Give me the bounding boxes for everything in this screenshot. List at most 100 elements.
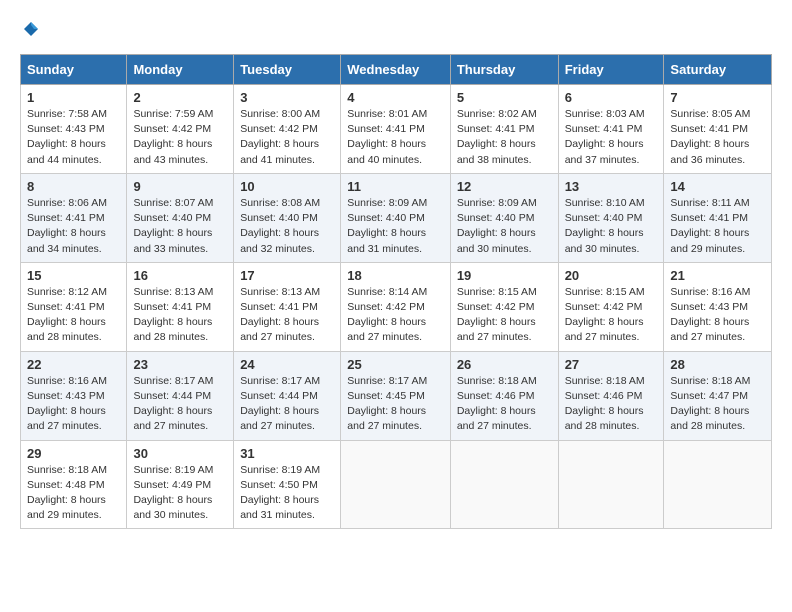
- calendar: SundayMondayTuesdayWednesdayThursdayFrid…: [20, 54, 772, 529]
- day-cell: 4 Sunrise: 8:01 AM Sunset: 4:41 PM Daylig…: [341, 85, 451, 174]
- day-cell: 5 Sunrise: 8:02 AM Sunset: 4:41 PM Daylig…: [450, 85, 558, 174]
- weekday-header-tuesday: Tuesday: [234, 55, 341, 85]
- week-row-1: 1 Sunrise: 7:58 AM Sunset: 4:43 PM Daylig…: [21, 85, 772, 174]
- day-info: Sunrise: 8:16 AM Sunset: 4:43 PM Dayligh…: [670, 285, 765, 346]
- weekday-header-wednesday: Wednesday: [341, 55, 451, 85]
- day-info: Sunrise: 8:09 AM Sunset: 4:40 PM Dayligh…: [457, 196, 552, 257]
- day-info: Sunrise: 8:06 AM Sunset: 4:41 PM Dayligh…: [27, 196, 120, 257]
- logo-icon: [22, 20, 40, 38]
- day-info: Sunrise: 8:19 AM Sunset: 4:49 PM Dayligh…: [133, 463, 227, 524]
- day-number: 9: [133, 179, 227, 194]
- day-number: 25: [347, 357, 444, 372]
- day-cell: 14 Sunrise: 8:11 AM Sunset: 4:41 PM Dayli…: [664, 173, 772, 262]
- day-number: 22: [27, 357, 120, 372]
- day-info: Sunrise: 8:17 AM Sunset: 4:44 PM Dayligh…: [240, 374, 334, 435]
- day-cell: 15Sunrise: 8:12 AM Sunset: 4:41 PM Dayli…: [21, 262, 127, 351]
- day-info: Sunrise: 8:03 AM Sunset: 4:41 PM Dayligh…: [565, 107, 658, 168]
- day-number: 5: [457, 90, 552, 105]
- day-info: Sunrise: 8:09 AM Sunset: 4:40 PM Dayligh…: [347, 196, 444, 257]
- day-number: 2: [133, 90, 227, 105]
- day-cell: 28 Sunrise: 8:18 AM Sunset: 4:47 PM Dayli…: [664, 351, 772, 440]
- day-info: Sunrise: 8:15 AM Sunset: 4:42 PM Dayligh…: [457, 285, 552, 346]
- day-number: 17: [240, 268, 334, 283]
- day-cell: 31Sunrise: 8:19 AM Sunset: 4:50 PM Dayli…: [234, 440, 341, 529]
- day-cell: 3Sunrise: 8:00 AM Sunset: 4:42 PM Daylig…: [234, 85, 341, 174]
- day-cell: [558, 440, 664, 529]
- day-cell: 2 Sunrise: 7:59 AM Sunset: 4:42 PM Daylig…: [127, 85, 234, 174]
- day-cell: 6 Sunrise: 8:03 AM Sunset: 4:41 PM Daylig…: [558, 85, 664, 174]
- day-cell: 12Sunrise: 8:09 AM Sunset: 4:40 PM Dayli…: [450, 173, 558, 262]
- day-number: 7: [670, 90, 765, 105]
- weekday-header-saturday: Saturday: [664, 55, 772, 85]
- day-number: 28: [670, 357, 765, 372]
- day-cell: 18 Sunrise: 8:14 AM Sunset: 4:42 PM Dayli…: [341, 262, 451, 351]
- day-info: Sunrise: 8:07 AM Sunset: 4:40 PM Dayligh…: [133, 196, 227, 257]
- day-number: 10: [240, 179, 334, 194]
- weekday-header-friday: Friday: [558, 55, 664, 85]
- day-cell: 24 Sunrise: 8:17 AM Sunset: 4:44 PM Dayli…: [234, 351, 341, 440]
- day-number: 24: [240, 357, 334, 372]
- day-number: 1: [27, 90, 120, 105]
- day-info: Sunrise: 8:18 AM Sunset: 4:46 PM Dayligh…: [565, 374, 658, 435]
- day-info: Sunrise: 8:10 AM Sunset: 4:40 PM Dayligh…: [565, 196, 658, 257]
- day-info: Sunrise: 8:01 AM Sunset: 4:41 PM Dayligh…: [347, 107, 444, 168]
- day-info: Sunrise: 8:17 AM Sunset: 4:45 PM Dayligh…: [347, 374, 444, 435]
- day-cell: 16Sunrise: 8:13 AM Sunset: 4:41 PM Dayli…: [127, 262, 234, 351]
- day-cell: 25 Sunrise: 8:17 AM Sunset: 4:45 PM Dayli…: [341, 351, 451, 440]
- day-cell: 1 Sunrise: 7:58 AM Sunset: 4:43 PM Daylig…: [21, 85, 127, 174]
- day-number: 23: [133, 357, 227, 372]
- day-info: Sunrise: 7:59 AM Sunset: 4:42 PM Dayligh…: [133, 107, 227, 168]
- day-number: 21: [670, 268, 765, 283]
- day-cell: 27Sunrise: 8:18 AM Sunset: 4:46 PM Dayli…: [558, 351, 664, 440]
- day-cell: 19 Sunrise: 8:15 AM Sunset: 4:42 PM Dayli…: [450, 262, 558, 351]
- weekday-header-monday: Monday: [127, 55, 234, 85]
- day-info: Sunrise: 8:05 AM Sunset: 4:41 PM Dayligh…: [670, 107, 765, 168]
- day-cell: 11 Sunrise: 8:09 AM Sunset: 4:40 PM Dayli…: [341, 173, 451, 262]
- day-info: Sunrise: 8:18 AM Sunset: 4:46 PM Dayligh…: [457, 374, 552, 435]
- logo: [20, 20, 42, 38]
- day-info: Sunrise: 8:11 AM Sunset: 4:41 PM Dayligh…: [670, 196, 765, 257]
- day-cell: 8 Sunrise: 8:06 AM Sunset: 4:41 PM Daylig…: [21, 173, 127, 262]
- day-cell: 20 Sunrise: 8:15 AM Sunset: 4:42 PM Dayli…: [558, 262, 664, 351]
- day-number: 14: [670, 179, 765, 194]
- day-cell: 22 Sunrise: 8:16 AM Sunset: 4:43 PM Dayli…: [21, 351, 127, 440]
- day-info: Sunrise: 8:18 AM Sunset: 4:47 PM Dayligh…: [670, 374, 765, 435]
- day-cell: 9 Sunrise: 8:07 AM Sunset: 4:40 PM Daylig…: [127, 173, 234, 262]
- day-info: Sunrise: 8:15 AM Sunset: 4:42 PM Dayligh…: [565, 285, 658, 346]
- day-number: 15: [27, 268, 120, 283]
- day-cell: 23 Sunrise: 8:17 AM Sunset: 4:44 PM Dayli…: [127, 351, 234, 440]
- day-number: 4: [347, 90, 444, 105]
- day-number: 31: [240, 446, 334, 461]
- day-cell: 26 Sunrise: 8:18 AM Sunset: 4:46 PM Dayli…: [450, 351, 558, 440]
- day-cell: [664, 440, 772, 529]
- day-info: Sunrise: 8:13 AM Sunset: 4:41 PM Dayligh…: [133, 285, 227, 346]
- day-cell: 13 Sunrise: 8:10 AM Sunset: 4:40 PM Dayli…: [558, 173, 664, 262]
- day-info: Sunrise: 8:02 AM Sunset: 4:41 PM Dayligh…: [457, 107, 552, 168]
- day-cell: 29Sunrise: 8:18 AM Sunset: 4:48 PM Dayli…: [21, 440, 127, 529]
- day-number: 8: [27, 179, 120, 194]
- day-cell: 10 Sunrise: 8:08 AM Sunset: 4:40 PM Dayli…: [234, 173, 341, 262]
- day-cell: [450, 440, 558, 529]
- week-row-3: 15Sunrise: 8:12 AM Sunset: 4:41 PM Dayli…: [21, 262, 772, 351]
- day-number: 30: [133, 446, 227, 461]
- header: [20, 20, 772, 38]
- day-info: Sunrise: 8:17 AM Sunset: 4:44 PM Dayligh…: [133, 374, 227, 435]
- day-cell: 30 Sunrise: 8:19 AM Sunset: 4:49 PM Dayli…: [127, 440, 234, 529]
- day-number: 20: [565, 268, 658, 283]
- day-cell: 7 Sunrise: 8:05 AM Sunset: 4:41 PM Daylig…: [664, 85, 772, 174]
- week-row-5: 29Sunrise: 8:18 AM Sunset: 4:48 PM Dayli…: [21, 440, 772, 529]
- day-number: 6: [565, 90, 658, 105]
- day-info: Sunrise: 8:14 AM Sunset: 4:42 PM Dayligh…: [347, 285, 444, 346]
- day-number: 26: [457, 357, 552, 372]
- day-info: Sunrise: 7:58 AM Sunset: 4:43 PM Dayligh…: [27, 107, 120, 168]
- day-number: 13: [565, 179, 658, 194]
- day-number: 11: [347, 179, 444, 194]
- day-number: 3: [240, 90, 334, 105]
- day-info: Sunrise: 8:16 AM Sunset: 4:43 PM Dayligh…: [27, 374, 120, 435]
- day-number: 29: [27, 446, 120, 461]
- day-number: 18: [347, 268, 444, 283]
- day-cell: [341, 440, 451, 529]
- week-row-4: 22 Sunrise: 8:16 AM Sunset: 4:43 PM Dayli…: [21, 351, 772, 440]
- day-number: 19: [457, 268, 552, 283]
- day-info: Sunrise: 8:08 AM Sunset: 4:40 PM Dayligh…: [240, 196, 334, 257]
